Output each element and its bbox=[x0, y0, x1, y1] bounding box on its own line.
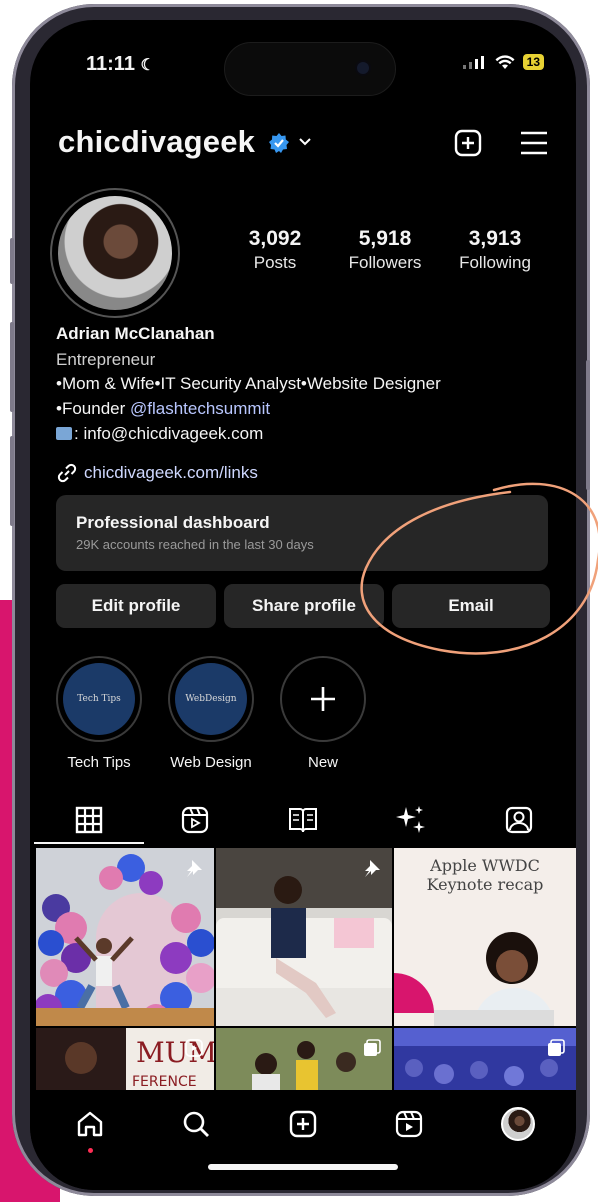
bio-email-line: : info@chicdivageek.com bbox=[56, 424, 263, 444]
pinned-icon bbox=[365, 860, 380, 877]
followers-count: 5,918 bbox=[358, 227, 412, 250]
create-post-icon bbox=[289, 1110, 317, 1138]
battery-indicator: 13 bbox=[522, 54, 544, 70]
bio-email-text: : info@chicdivageek.com bbox=[74, 424, 264, 443]
status-indicators: 13 bbox=[462, 54, 544, 70]
nav-profile[interactable] bbox=[498, 1104, 538, 1144]
new-highlight-circle bbox=[280, 656, 366, 742]
reel-icon bbox=[185, 1039, 203, 1057]
home-active-dot bbox=[88, 1148, 93, 1153]
highlight-cover: Tech Tips bbox=[56, 656, 142, 742]
link-icon bbox=[57, 463, 77, 483]
posts-count: 3,092 bbox=[248, 227, 302, 250]
stat-following[interactable]: 3,913 Following bbox=[440, 227, 550, 273]
post-thumbnail[interactable] bbox=[216, 1028, 392, 1090]
dashboard-title: Professional dashboard bbox=[76, 513, 270, 532]
hamburger-menu-icon[interactable] bbox=[519, 130, 549, 156]
carousel-icon bbox=[548, 1039, 565, 1056]
nav-search[interactable] bbox=[176, 1104, 216, 1144]
phone-volume-up bbox=[10, 322, 14, 412]
sparkles-icon bbox=[396, 806, 425, 833]
home-indicator bbox=[208, 1164, 398, 1170]
posts-label: Posts bbox=[253, 253, 297, 272]
nav-create[interactable] bbox=[283, 1104, 323, 1144]
nav-reels[interactable] bbox=[389, 1104, 429, 1144]
bio-link[interactable]: chicdivageek.com/links bbox=[56, 462, 258, 484]
tab-reels[interactable] bbox=[140, 798, 250, 842]
highlight-new[interactable]: New bbox=[278, 656, 368, 771]
post-thumbnail[interactable]: MUM FERENCE bbox=[36, 1028, 214, 1090]
phone-volume-down bbox=[10, 436, 14, 526]
create-post-icon[interactable] bbox=[453, 128, 483, 158]
email-button[interactable]: Email bbox=[392, 584, 550, 628]
profile-avatar-small bbox=[501, 1107, 535, 1141]
posts-grid: Apple WWDC Keynote recap MUM FERENCE bbox=[30, 848, 576, 1090]
highlight-label: Tech Tips bbox=[67, 754, 131, 771]
profile-avatar[interactable] bbox=[50, 188, 180, 318]
pinned-icon bbox=[187, 860, 202, 877]
highlight-web-design[interactable]: WebDesign Web Design bbox=[166, 656, 256, 771]
post-thumbnail[interactable] bbox=[394, 1028, 576, 1090]
highlight-cover-text: Tech Tips bbox=[63, 663, 135, 735]
dynamic-island bbox=[224, 42, 396, 96]
email-icon bbox=[56, 427, 72, 440]
reels-icon bbox=[395, 1110, 423, 1138]
verified-badge-icon bbox=[269, 133, 289, 153]
carousel-icon bbox=[364, 1039, 381, 1056]
nav-home[interactable] bbox=[70, 1104, 110, 1144]
share-profile-button[interactable]: Share profile bbox=[224, 584, 384, 628]
tagged-person-icon bbox=[505, 806, 533, 834]
wifi-icon bbox=[495, 54, 515, 69]
dashboard-subtitle: 29K accounts reached in the last 30 days bbox=[76, 537, 314, 552]
grid-icon bbox=[75, 806, 103, 834]
bio-line: •Mom & Wife•IT Security Analyst•Website … bbox=[56, 374, 441, 393]
bottom-nav-bar bbox=[30, 1090, 576, 1190]
bio-founder-line: •Founder @flashtechsummit bbox=[56, 399, 270, 419]
phone-action-button bbox=[10, 238, 14, 284]
bio-mention-link[interactable]: @flashtechsummit bbox=[130, 399, 270, 418]
tab-grid[interactable] bbox=[34, 798, 144, 842]
highlight-cover: WebDesign bbox=[168, 656, 254, 742]
home-icon bbox=[77, 1111, 103, 1137]
highlight-label: Web Design bbox=[170, 754, 252, 771]
phone-screen: 11:11 ☾ 13 chicdivageek 3,092 Posts 5,918… bbox=[30, 20, 576, 1190]
bio-name: Adrian McClanahan bbox=[56, 324, 215, 343]
highlight-cover-text: WebDesign bbox=[175, 663, 247, 735]
stat-posts[interactable]: 3,092 Posts bbox=[220, 227, 330, 273]
followers-label: Followers bbox=[348, 253, 422, 272]
active-tab-indicator bbox=[34, 842, 144, 844]
following-count: 3,913 bbox=[468, 227, 522, 250]
profile-tabs bbox=[30, 798, 576, 846]
post-caption-overlay: Apple WWDC Keynote recap bbox=[426, 856, 544, 894]
highlight-tech-tips[interactable]: Tech Tips Tech Tips bbox=[54, 656, 144, 771]
tab-tagged[interactable] bbox=[464, 798, 574, 842]
professional-dashboard[interactable]: Professional dashboard 29K accounts reac… bbox=[56, 495, 548, 571]
bio-category: Entrepreneur bbox=[56, 350, 156, 369]
guides-book-icon bbox=[289, 808, 317, 833]
search-icon bbox=[183, 1111, 209, 1137]
status-time: 11:11 ☾ bbox=[86, 53, 155, 75]
post-thumbnail[interactable]: Apple WWDC Keynote recap bbox=[394, 848, 576, 1026]
edit-profile-button[interactable]: Edit profile bbox=[56, 584, 216, 628]
post-thumbnail[interactable] bbox=[36, 848, 214, 1026]
plus-icon bbox=[311, 687, 335, 711]
tab-guides[interactable] bbox=[248, 798, 358, 842]
post-thumbnail[interactable] bbox=[216, 848, 392, 1026]
tab-effects[interactable] bbox=[356, 798, 466, 842]
phone-power-button bbox=[586, 360, 590, 490]
svg-text:FERENCE: FERENCE bbox=[132, 1074, 197, 1090]
profile-username[interactable]: chicdivageek bbox=[58, 124, 255, 160]
bio-link-text: chicdivageek.com/links bbox=[84, 463, 258, 482]
reels-icon bbox=[181, 806, 209, 834]
avatar-photo bbox=[58, 196, 172, 310]
highlight-label: New bbox=[307, 754, 338, 771]
following-label: Following bbox=[459, 253, 531, 272]
signal-icon bbox=[462, 56, 484, 69]
bio-founder-prefix: •Founder bbox=[56, 399, 130, 418]
chevron-down-icon[interactable] bbox=[296, 132, 314, 150]
stat-followers[interactable]: 5,918 Followers bbox=[330, 227, 440, 273]
